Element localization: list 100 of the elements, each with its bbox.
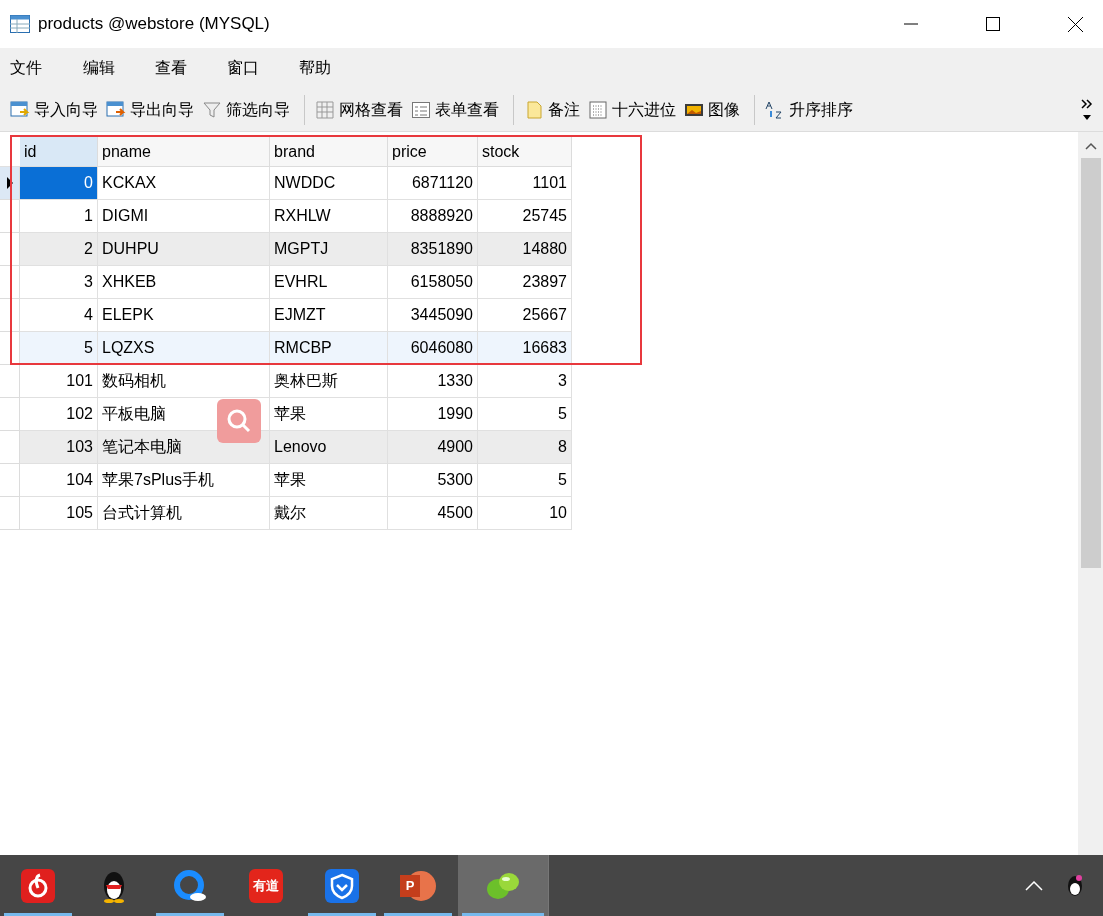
table-cell: 8351890: [388, 233, 478, 266]
table-cell: 101: [20, 365, 98, 398]
table-cell: MGPTJ: [270, 233, 388, 266]
table-cell: 台式计算机: [98, 497, 270, 530]
table-cell: EJMZT: [270, 299, 388, 332]
table-cell: 102: [20, 398, 98, 431]
current-row-arrow-icon: [7, 177, 13, 189]
scroll-up-icon: [1084, 142, 1097, 150]
toolbar-button[interactable]: 升序排序: [763, 97, 855, 122]
table-cell: ELEPK: [98, 299, 270, 332]
table-cell: 8: [478, 431, 572, 464]
grid-icon: [315, 99, 335, 120]
column-header[interactable]: pname: [98, 137, 270, 167]
maximize-icon: [986, 17, 1000, 31]
table-cell: 戴尔: [270, 497, 388, 530]
toolbar-button[interactable]: 图像: [682, 97, 742, 122]
table-cell: 1990: [388, 398, 478, 431]
table-cell: RMCBP: [270, 332, 388, 365]
funnel-icon: [202, 99, 222, 120]
dictionary-app-icon: 有道: [249, 868, 283, 903]
table-cell: 4500: [388, 497, 478, 530]
toolbar-button[interactable]: 网格查看: [313, 97, 405, 122]
table-cell: 1: [20, 200, 98, 233]
table-cell: Lenovo: [270, 431, 388, 464]
table-cell: NWDDC: [270, 167, 388, 200]
table-cell: 4900: [388, 431, 478, 464]
table-cell: 25667: [478, 299, 572, 332]
table-cell: 104: [20, 464, 98, 497]
table-cell: 5300: [388, 464, 478, 497]
table-arrow-icon: [106, 99, 126, 120]
table-cell: 5: [478, 398, 572, 431]
scrollbar-thumb[interactable]: [1080, 158, 1101, 568]
column-header[interactable]: stock: [478, 137, 572, 167]
table-cell: 3: [478, 365, 572, 398]
taskbar-button[interactable]: P: [380, 855, 456, 916]
search-icon: [225, 407, 253, 435]
toolbar-button[interactable]: 导出向导: [104, 97, 196, 122]
table-cell: 2: [20, 233, 98, 266]
toolbar-button[interactable]: 表单查看: [409, 97, 501, 122]
column-header[interactable]: id: [20, 137, 98, 167]
column-header[interactable]: price: [388, 137, 478, 167]
table-cell: 3: [20, 266, 98, 299]
menu-item[interactable]: 帮助: [299, 56, 331, 80]
hex-grid-icon: [588, 99, 608, 120]
browser-icon: [172, 867, 208, 904]
menu-item[interactable]: 查看: [155, 56, 187, 80]
penguin-tray-icon[interactable]: [1065, 872, 1085, 899]
table-cell: 6871120: [388, 167, 478, 200]
magnifier-overlay-button[interactable]: [217, 399, 261, 443]
table-cell: 25745: [478, 200, 572, 233]
menu-item[interactable]: 编辑: [83, 56, 115, 80]
table-cell: 4: [20, 299, 98, 332]
shield-icon: [325, 868, 359, 903]
table-cell: LQZXS: [98, 332, 270, 365]
table-cell: 0: [20, 167, 98, 200]
toolbar-button[interactable]: 备注: [522, 97, 582, 122]
column-header[interactable]: brand: [270, 137, 388, 167]
sort-ascending-icon: [765, 99, 785, 120]
note-icon: [524, 99, 544, 120]
table-arrow-icon: [10, 99, 30, 120]
chevron-up-icon[interactable]: [1025, 880, 1043, 891]
table-cell: 6046080: [388, 332, 478, 365]
table-cell: 8888920: [388, 200, 478, 233]
table-cell: 5: [20, 332, 98, 365]
toolbar-button[interactable]: 十六进位: [586, 97, 678, 122]
table-cell: 6158050: [388, 266, 478, 299]
table-cell: 5: [478, 464, 572, 497]
table-cell: 苹果: [270, 398, 388, 431]
menu-item[interactable]: 窗口: [227, 56, 259, 80]
table-cell: 苹果7sPlus手机: [98, 464, 270, 497]
overflow-chevron-icon: [1081, 99, 1093, 109]
window-title: products @webstore (MYSQL): [38, 13, 270, 36]
music-app-icon: [21, 868, 55, 903]
table-cell: 奥林巴斯: [270, 365, 388, 398]
toolbar-button[interactable]: 筛选向导: [200, 97, 292, 122]
table-cell: 14880: [478, 233, 572, 266]
table-cell: XHKEB: [98, 266, 270, 299]
table-cell: DUHPU: [98, 233, 270, 266]
table-cell: DIGMI: [98, 200, 270, 233]
table-cell: 1101: [478, 167, 572, 200]
table-cell: 1330: [388, 365, 478, 398]
taskbar-button[interactable]: 有道: [228, 855, 304, 916]
dropdown-caret-icon: [1083, 115, 1091, 120]
table-cell: 苹果: [270, 464, 388, 497]
toolbar-button[interactable]: 导入向导: [8, 97, 100, 122]
table-cell: 数码相机: [98, 365, 270, 398]
close-icon: [1067, 16, 1083, 32]
table-icon: [10, 15, 30, 33]
table-cell: 103: [20, 431, 98, 464]
menu-item[interactable]: 文件: [10, 56, 42, 80]
minimize-icon: [904, 23, 918, 25]
table-cell: RXHLW: [270, 200, 388, 233]
table-cell: KCKAX: [98, 167, 270, 200]
table-cell: 105: [20, 497, 98, 530]
table-cell: 10: [478, 497, 572, 530]
table-cell: EVHRL: [270, 266, 388, 299]
form-icon: [411, 99, 431, 120]
table-cell: 3445090: [388, 299, 478, 332]
vertical-scrollbar[interactable]: [1078, 132, 1103, 855]
table-cell: 23897: [478, 266, 572, 299]
